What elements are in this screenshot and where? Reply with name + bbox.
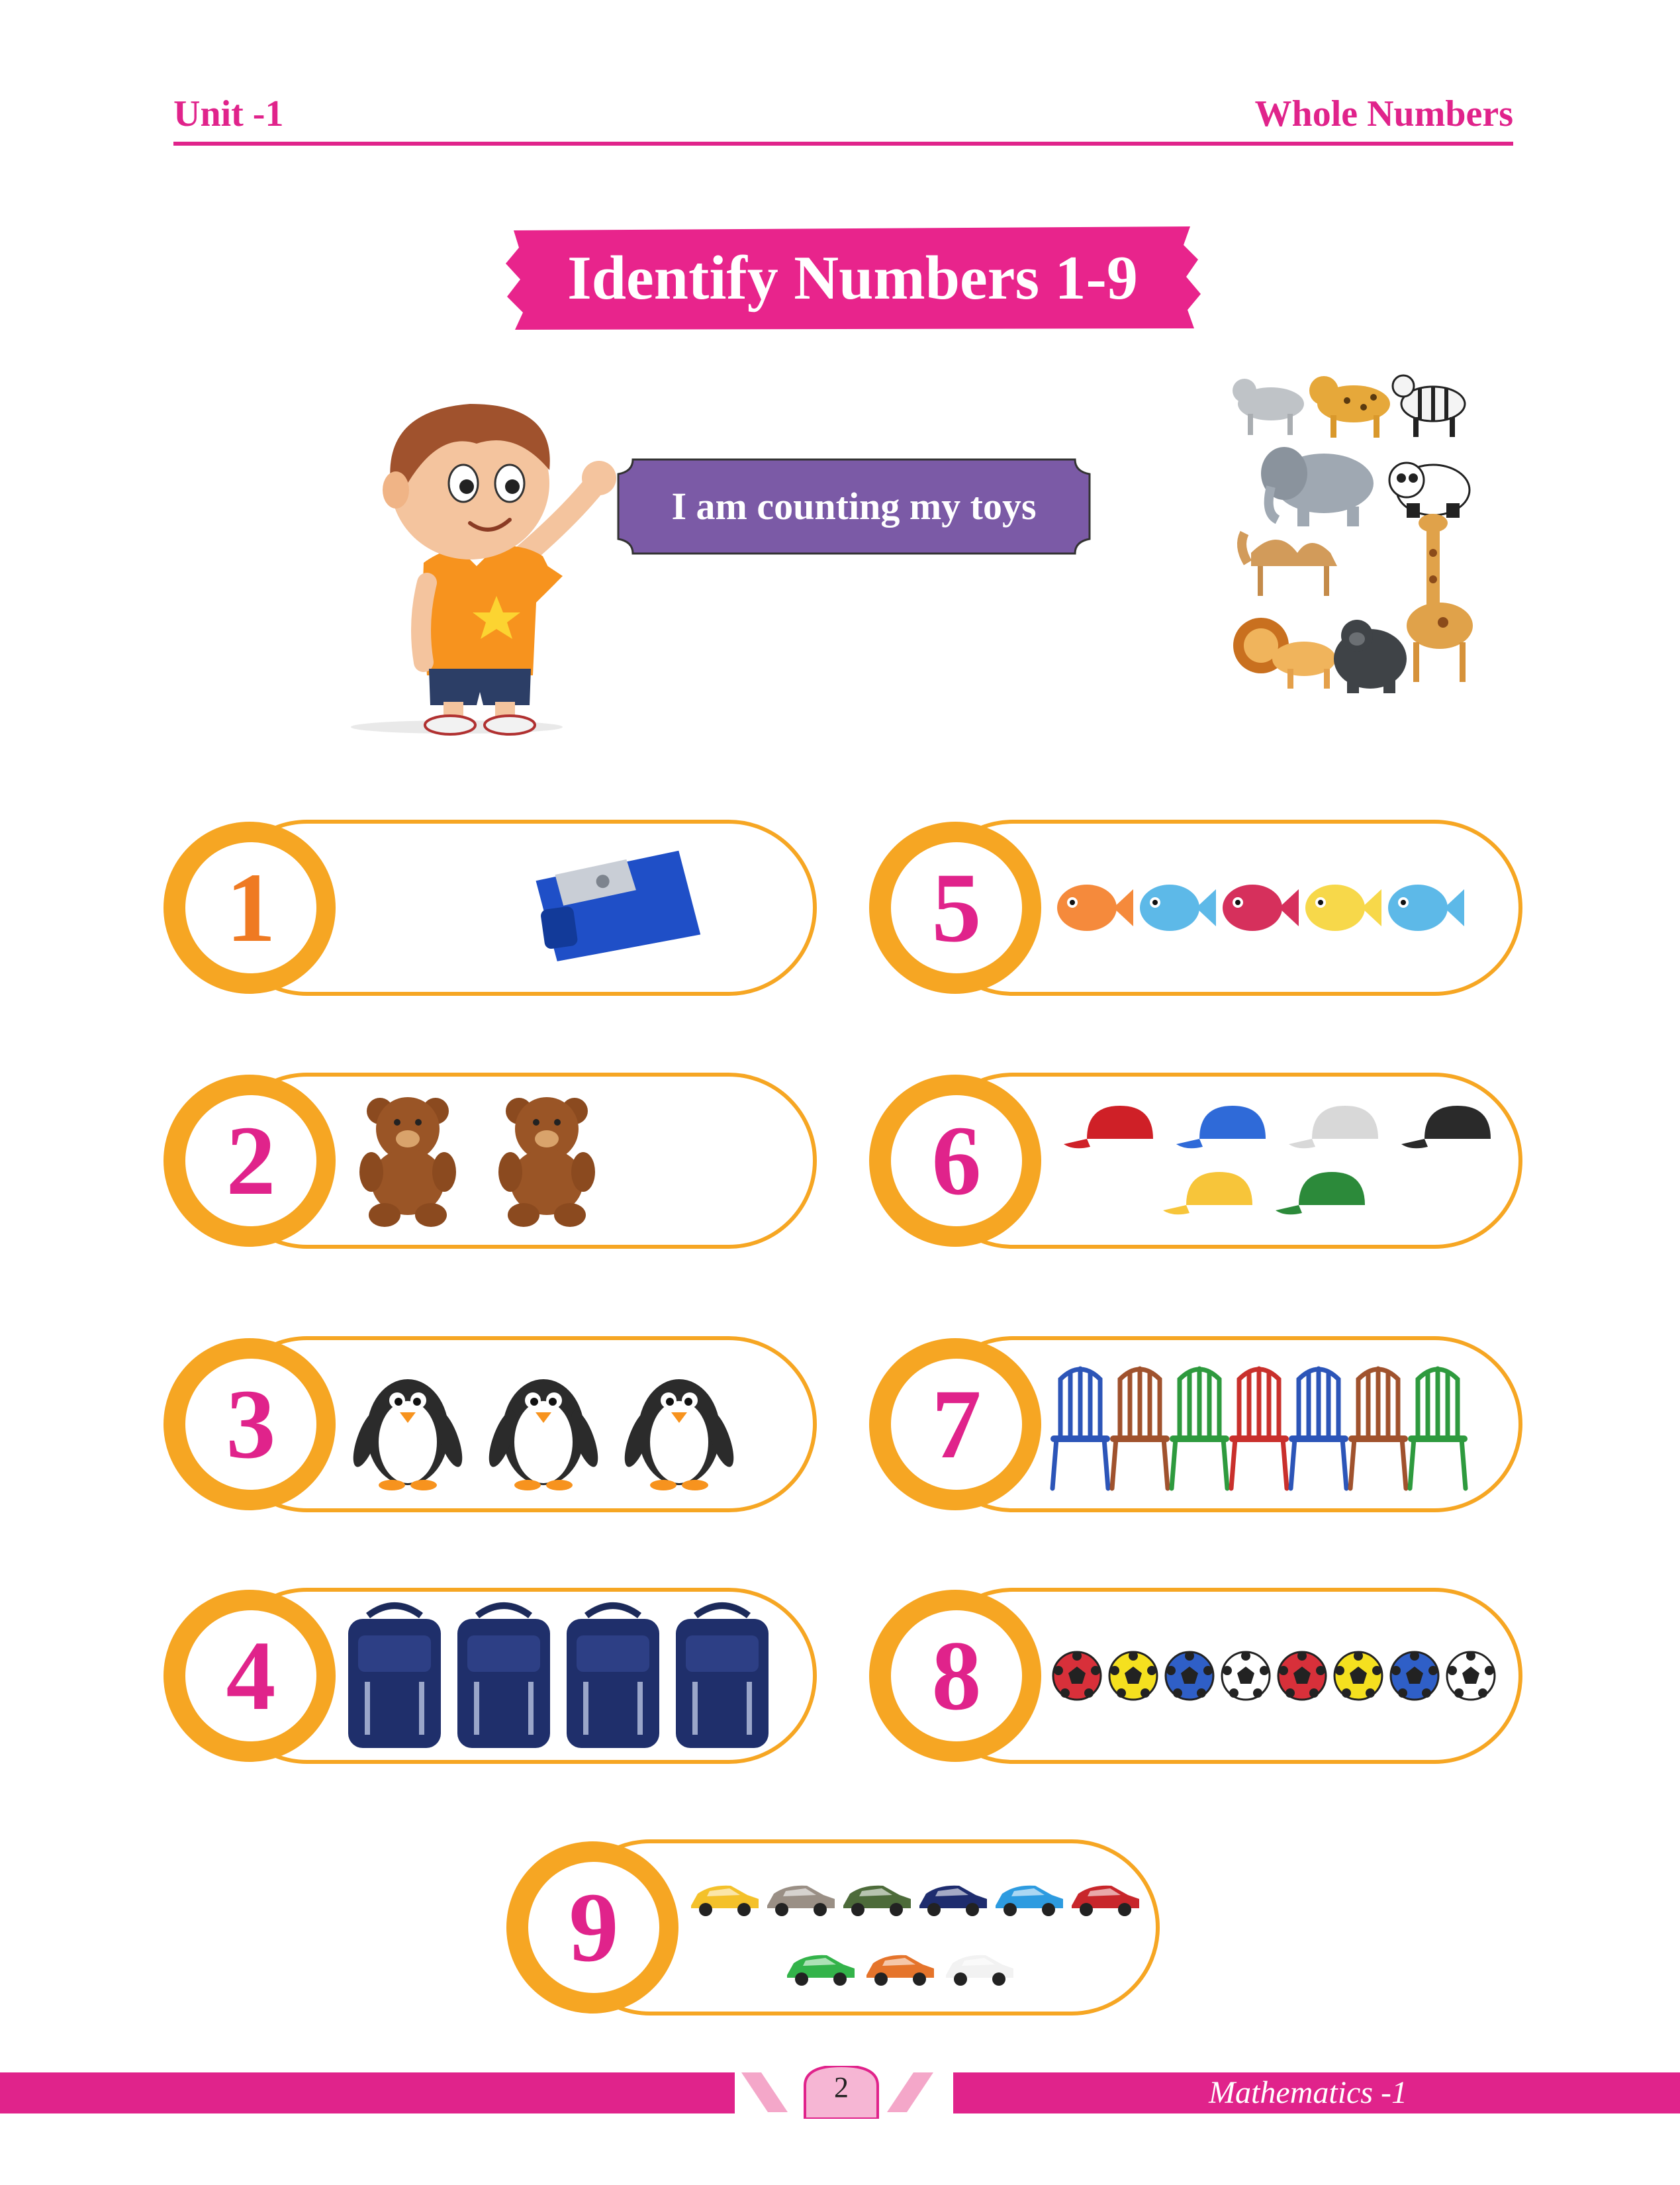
footer-bar-left (0, 2072, 735, 2113)
number-row-3: 3 (162, 1336, 818, 1512)
number-label: 1 (226, 853, 276, 963)
unit-label: Unit -1 (173, 93, 284, 134)
number-row-1: 1 (162, 820, 818, 996)
number-row-6: 6 (867, 1073, 1524, 1249)
speech-text: I am counting my toys (671, 485, 1037, 528)
number-label: 4 (226, 1621, 276, 1731)
animals-illustration (1233, 374, 1473, 693)
number-label: 7 (931, 1369, 982, 1479)
number-row-5: 5 (867, 820, 1524, 996)
topic-label: Whole Numbers (1254, 93, 1513, 134)
header-rule (173, 142, 1513, 146)
number-row-2: 2 (162, 1073, 818, 1249)
speech-box: I am counting my toys (616, 457, 1092, 556)
teddy-bear-icon (359, 1097, 595, 1227)
number-row-7: 7 (867, 1336, 1524, 1512)
page-number: 2 (834, 2071, 849, 2104)
penguin-icon (348, 1379, 739, 1490)
boy-illustration (351, 404, 616, 736)
number-row-9: 9 (504, 1839, 1161, 2015)
number-row-4: 4 (162, 1588, 818, 1764)
number-label: 9 (569, 1872, 619, 1982)
chair-icon (1047, 1349, 1504, 1499)
fish-icon (1057, 885, 1464, 931)
number-label: 2 (226, 1106, 276, 1216)
number-label: 6 (931, 1106, 982, 1216)
sharpener-icon (536, 850, 701, 961)
number-label: 5 (931, 853, 982, 963)
page-title: Identify Numbers 1-9 (567, 244, 1138, 313)
book-title: Mathematics -1 (1209, 2075, 1407, 2110)
number-label: 8 (931, 1621, 982, 1731)
title-banner: Identify Numbers 1-9 (502, 225, 1203, 331)
cap-icon (1064, 1106, 1491, 1215)
number-row-8: 8 (867, 1588, 1524, 1764)
football-icon (1052, 1650, 1496, 1701)
toy-car-icon (691, 1885, 1139, 1986)
school-bag-icon (342, 1601, 798, 1751)
number-label: 3 (226, 1369, 276, 1479)
